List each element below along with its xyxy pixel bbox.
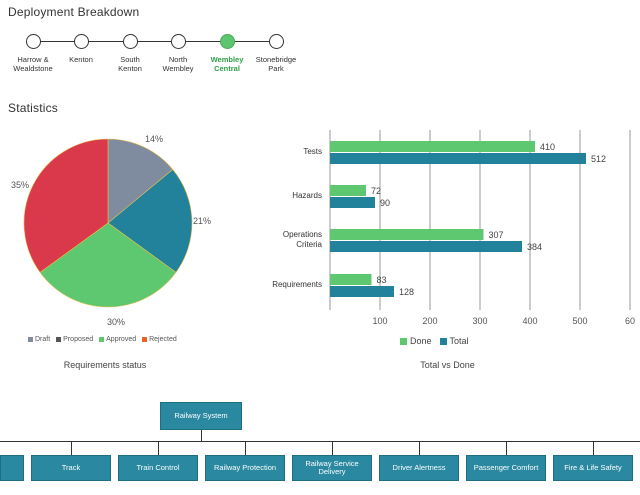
org-connector (158, 441, 159, 455)
org-child-label: Track (61, 463, 81, 472)
step-dot[interactable] (268, 34, 284, 49)
org-child-box[interactable]: Train Control (118, 455, 198, 481)
org-connector (332, 441, 333, 455)
x-tick-label: 60 (625, 316, 635, 326)
pie-data-label: 21% (193, 216, 211, 226)
step-dot[interactable] (73, 34, 89, 49)
org-child-box[interactable] (0, 455, 24, 481)
org-connector (71, 441, 72, 455)
org-child-box[interactable]: Railway Protection (205, 455, 285, 481)
x-tick-label: 300 (472, 316, 487, 326)
y-category-label: Operations (283, 230, 322, 239)
org-child-box[interactable]: Driver Alertness (379, 455, 459, 481)
bar-data-label: 410 (540, 142, 555, 152)
pie-data-label: 35% (11, 180, 29, 190)
legend-label: Rejected (149, 336, 177, 343)
step-label: Stonebridge Park (255, 55, 297, 73)
pie-legend-item[interactable]: Draft (28, 336, 50, 343)
bar-legend-item[interactable]: Done (400, 336, 432, 346)
x-tick-label: 200 (422, 316, 437, 326)
org-child-label: Passenger Comfort (473, 463, 539, 472)
org-child-label: Fire & Life Safety (564, 463, 622, 472)
org-child-label: Train Control (136, 463, 180, 472)
bar-data-label: 512 (591, 154, 606, 164)
org-connector (593, 441, 594, 455)
bar-data-label: 307 (489, 230, 504, 240)
legend-label: Draft (35, 336, 51, 343)
legend-label: Proposed (63, 336, 94, 343)
x-tick-label: 500 (572, 316, 587, 326)
bar-data-label: 128 (399, 287, 414, 297)
y-category-label: Hazards (292, 191, 322, 200)
legend-label: Approved (106, 336, 137, 343)
step-dot[interactable] (122, 34, 138, 49)
bar-data-label: 90 (380, 198, 390, 208)
pie-data-label: 14% (145, 134, 163, 144)
pie-legend-item[interactable]: Rejected (142, 336, 177, 343)
legend-label: Done (410, 336, 432, 346)
x-tick-label: 100 (372, 316, 387, 326)
y-category-label: Tests (303, 147, 322, 156)
step-dot[interactable] (219, 34, 235, 49)
y-category-label: Criteria (296, 240, 322, 249)
pie-caption: Requirements status (63, 360, 147, 370)
legend-swatch (99, 337, 105, 342)
bar-done[interactable] (330, 274, 372, 285)
pie-data-label: 30% (107, 317, 125, 327)
bar-data-label: 384 (527, 242, 542, 252)
bar-legend: Done Total (400, 336, 520, 348)
bar-data-label: 83 (377, 275, 387, 285)
bar-total[interactable] (330, 197, 375, 208)
legend-swatch (439, 337, 447, 345)
bar-total[interactable] (330, 241, 522, 252)
org-root-label: Railway System (174, 411, 228, 420)
pie-legend: Draft Proposed Approved Rejected (28, 336, 218, 346)
org-child-label: Railway Service Delivery (305, 459, 359, 476)
pie-legend-item[interactable]: Proposed (56, 336, 93, 343)
legend-label: Total (449, 336, 469, 346)
bar-legend-item[interactable]: Total (439, 336, 469, 346)
total-vs-done-bar-chart: 100 200 300 400 500 60 Tests 410 512 Hazards 72 90 O… (272, 130, 635, 326)
bar-total[interactable] (330, 153, 586, 164)
org-connector (506, 441, 507, 455)
org-child-box[interactable]: Passenger Comfort (466, 455, 546, 481)
legend-swatch (142, 337, 148, 342)
bar-done[interactable] (330, 229, 484, 240)
statistics-title: Statistics (8, 101, 59, 115)
bar-total[interactable] (330, 286, 394, 297)
stepper-track-line (33, 41, 276, 42)
bar-caption: Total vs Done (420, 360, 475, 370)
bar-done[interactable] (330, 185, 366, 196)
org-connector (419, 441, 420, 455)
pie-legend-item[interactable]: Approved (99, 336, 136, 343)
step-dot[interactable] (170, 34, 186, 49)
org-child-box[interactable]: Track (31, 455, 111, 481)
requirements-pie-chart: 14% 21% 30% 35% (11, 134, 211, 327)
deployment-stepper: Harrow & Wealdstone Kenton South Kenton Nor… (0, 0, 320, 90)
org-child-box[interactable]: Fire & Life Safety (553, 455, 633, 481)
org-chart: Railway System Track Train Control Railway… (0, 395, 640, 495)
legend-swatch (28, 337, 33, 342)
org-root-box[interactable]: Railway System (160, 402, 242, 430)
org-connector (0, 441, 640, 442)
y-category-label: Requirements (272, 280, 322, 289)
legend-swatch (56, 337, 62, 342)
legend-swatch (400, 337, 407, 345)
x-tick-label: 400 (522, 316, 537, 326)
org-connector (201, 430, 202, 441)
org-connector (245, 441, 246, 455)
step-dot[interactable] (25, 34, 41, 49)
org-child-label: Railway Protection (213, 463, 277, 472)
org-child-box[interactable]: Railway Service Delivery (292, 455, 372, 481)
bar-data-label: 72 (371, 186, 381, 196)
org-child-label: Driver Alertness (392, 463, 446, 472)
bar-done[interactable] (330, 141, 535, 152)
